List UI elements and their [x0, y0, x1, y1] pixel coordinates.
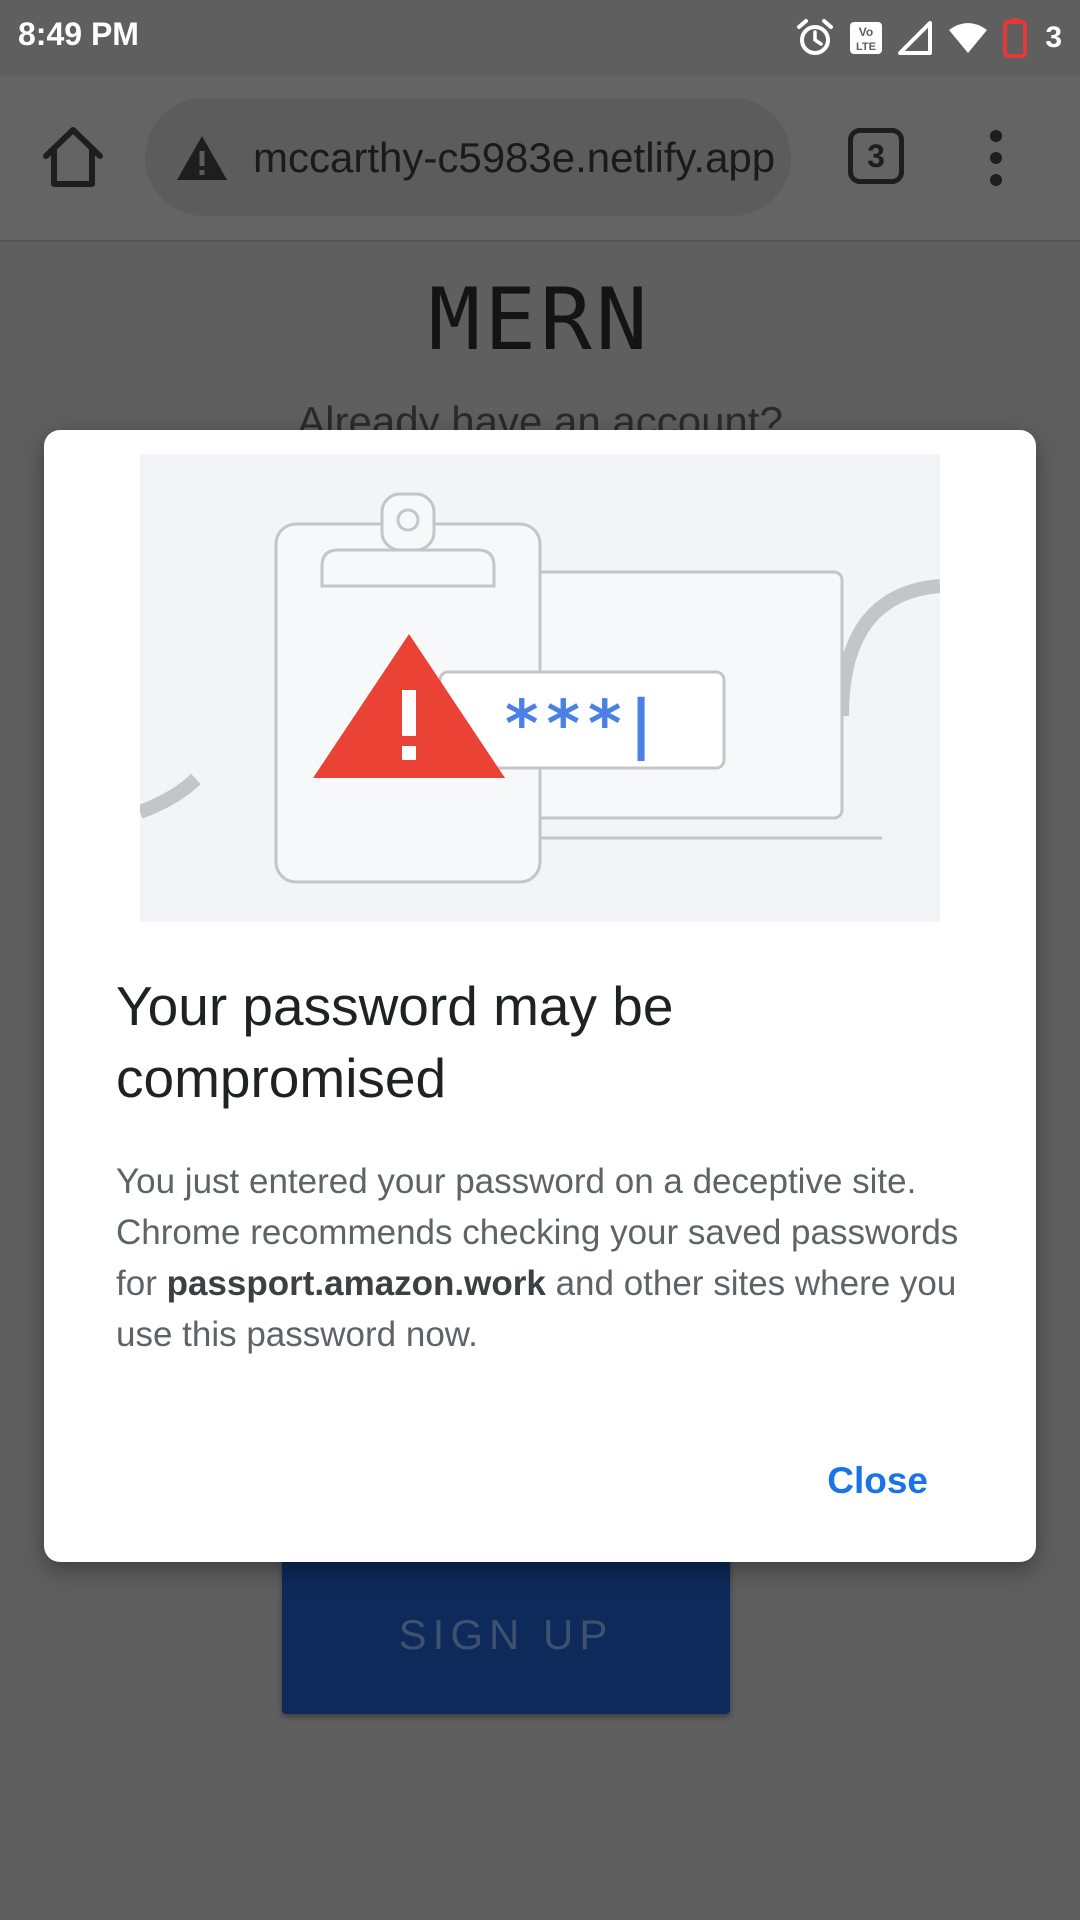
- status-time: 8:49 PM: [18, 16, 139, 52]
- battery-low-icon: [1003, 18, 1028, 58]
- close-button[interactable]: Close: [827, 1460, 928, 1502]
- tab-switcher-button[interactable]: 3: [848, 128, 904, 184]
- compromised-password-dialog: ***| Your password may be compromised Yo…: [44, 430, 1036, 1562]
- svg-text:LTE: LTE: [856, 41, 876, 53]
- status-icons: Vo LTE 3: [795, 14, 1062, 62]
- address-bar[interactable]: mccarthy-c5983e.netlify.app: [145, 98, 791, 216]
- wifi-icon: [949, 23, 988, 53]
- url-text[interactable]: mccarthy-c5983e.netlify.app: [253, 134, 775, 182]
- browser-toolbar: mccarthy-c5983e.netlify.app 3: [0, 76, 1080, 242]
- battery-level-text: 3: [1045, 21, 1062, 54]
- status-bar: 8:49 PM Vo LTE 3: [0, 0, 1080, 76]
- more-menu-icon[interactable]: [980, 128, 1012, 188]
- volte-icon: Vo LTE: [850, 22, 883, 54]
- illustration-password-text: ***|: [505, 688, 661, 762]
- sign-up-button[interactable]: SIGN UP: [282, 1556, 730, 1714]
- password-warning-illustration: ***|: [140, 454, 940, 922]
- compromised-domain: passport.amazon.work: [166, 1264, 546, 1303]
- dialog-body: You just entered your password on a dece…: [116, 1156, 976, 1360]
- signal-icon: [898, 21, 933, 55]
- home-icon[interactable]: [38, 122, 108, 192]
- page-title: MERN: [428, 270, 652, 370]
- alarm-icon: [797, 19, 834, 55]
- warning-icon[interactable]: [175, 134, 229, 182]
- dialog-title: Your password may be compromised: [116, 975, 674, 1109]
- svg-text:Vo: Vo: [859, 25, 873, 39]
